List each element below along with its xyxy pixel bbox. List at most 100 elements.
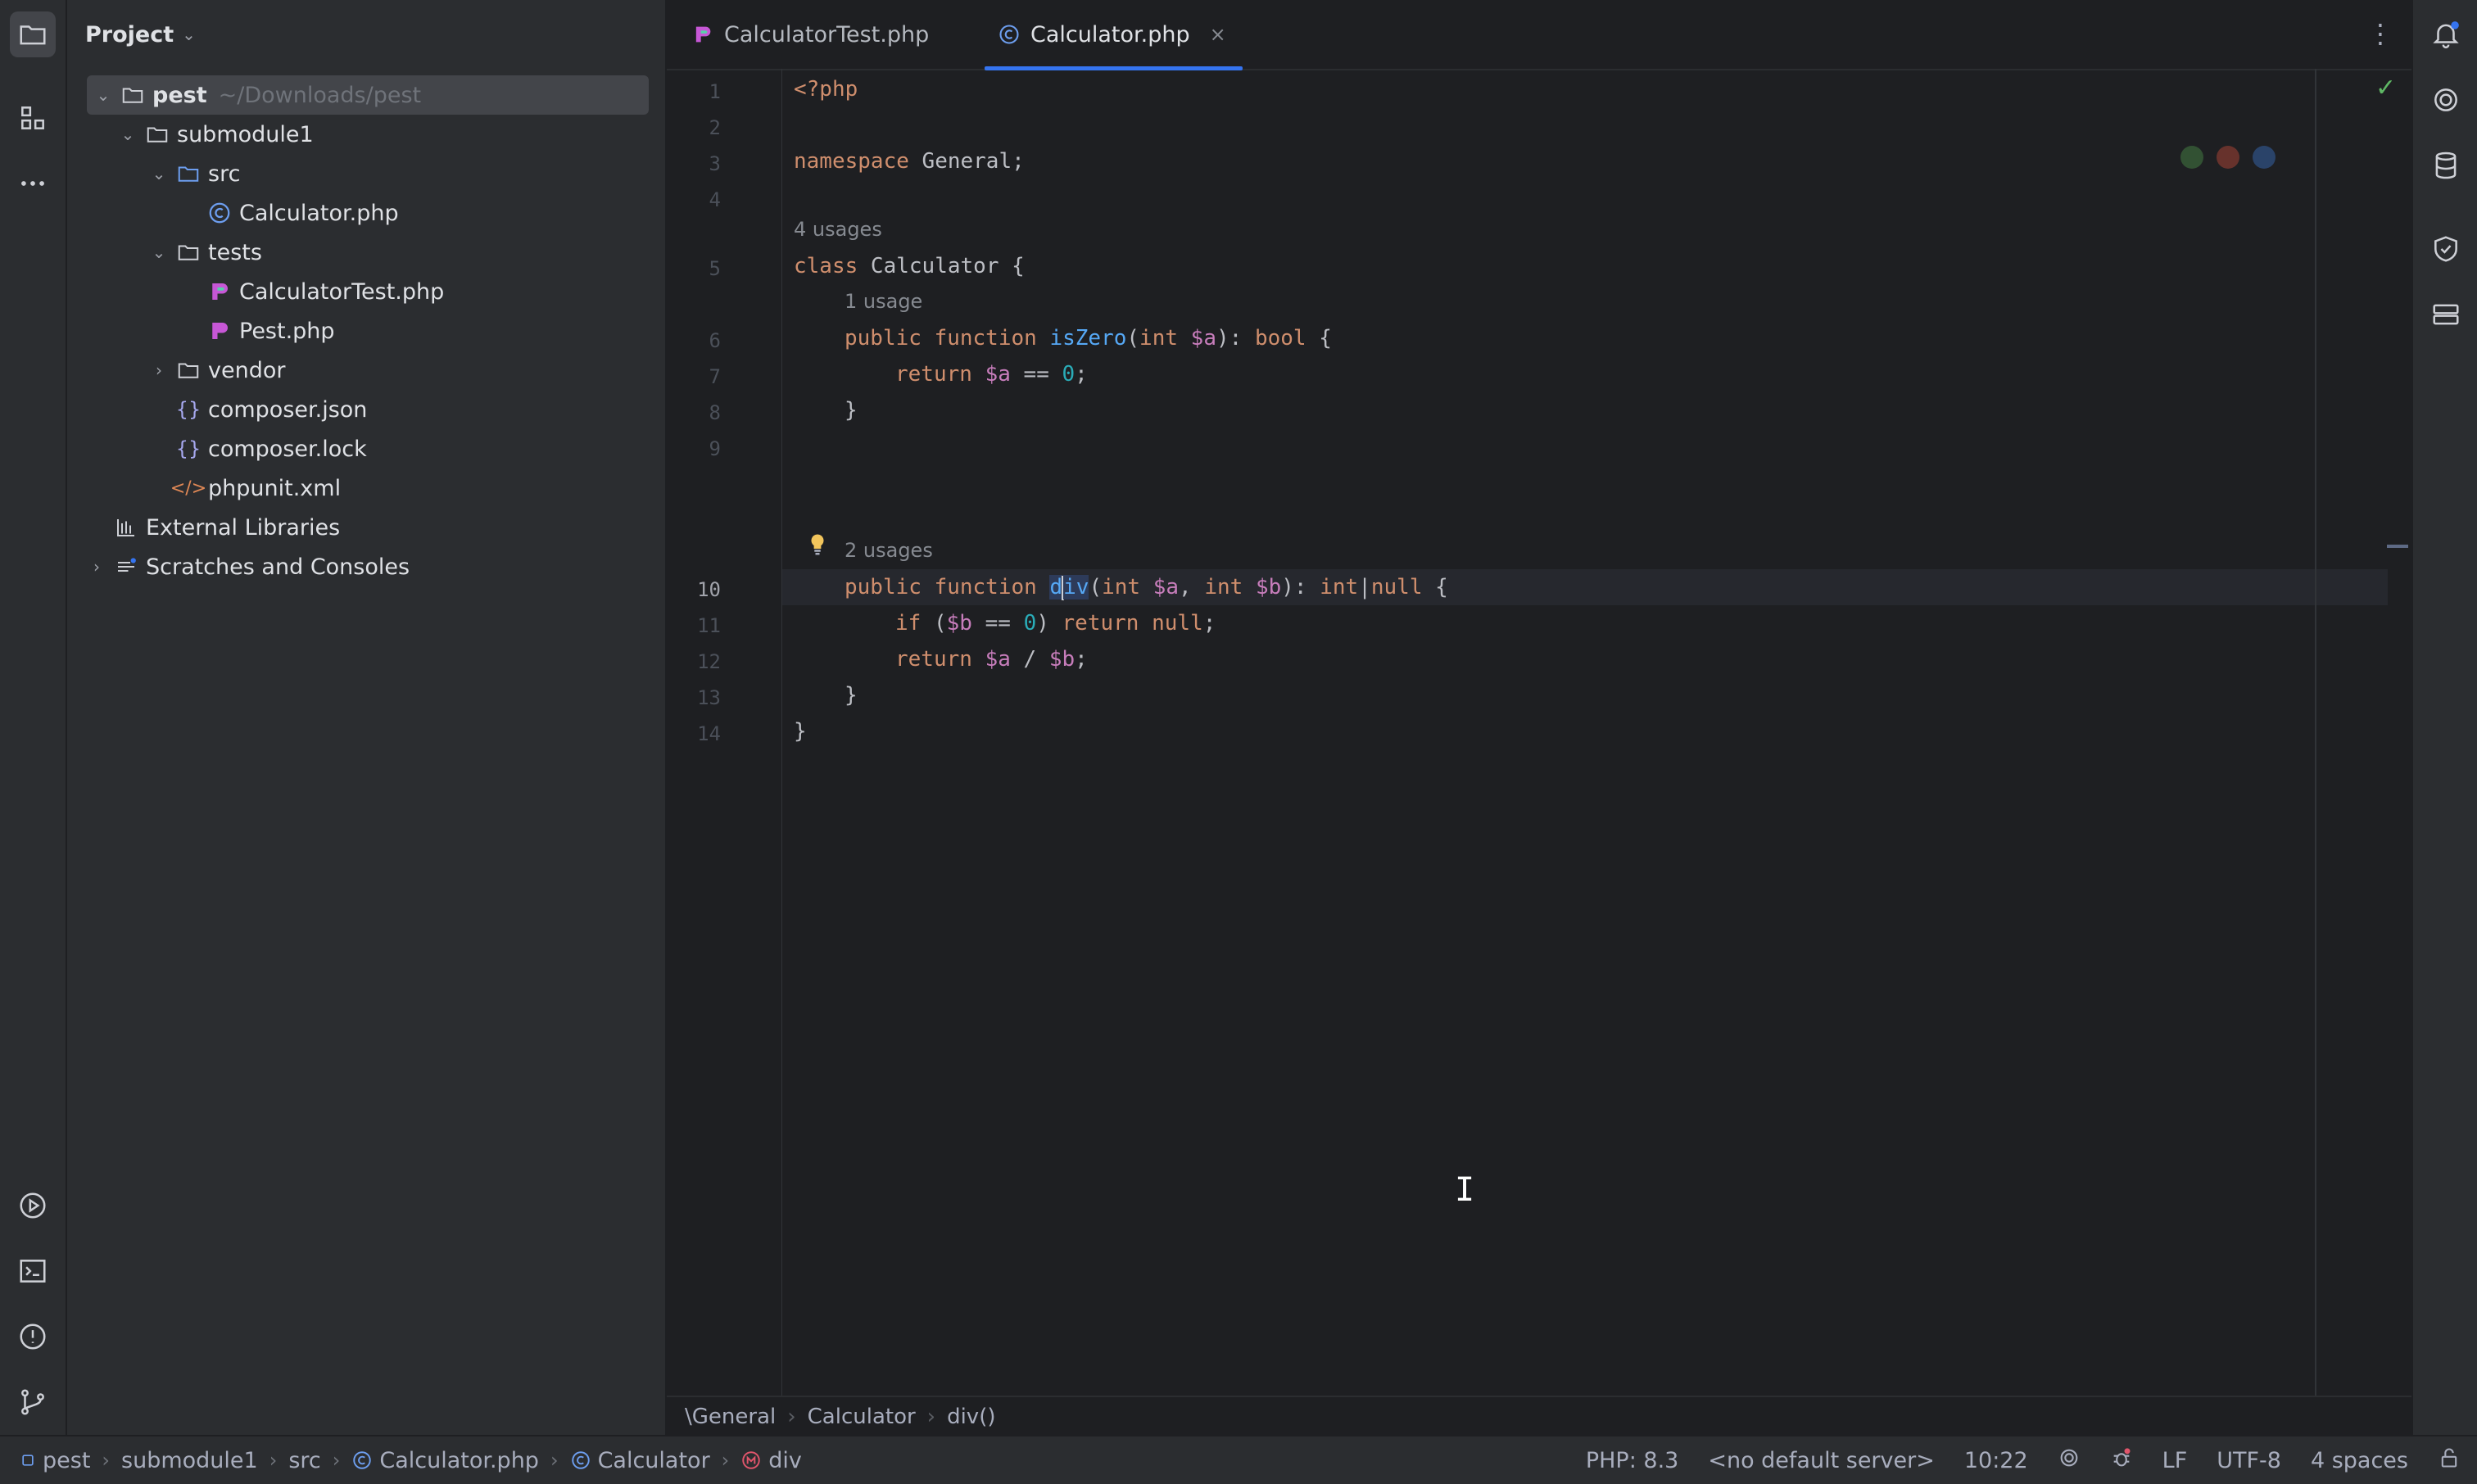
project-panel-header[interactable]: Project ⌄: [85, 15, 196, 54]
ai-assistant-icon[interactable]: [2058, 1446, 2081, 1475]
lock-icon[interactable]: [2438, 1446, 2461, 1475]
php-version-widget[interactable]: PHP: 8.3: [1586, 1448, 1678, 1473]
terminal-icon: [20, 1260, 46, 1283]
encoding-widget[interactable]: UTF-8: [2217, 1448, 2281, 1473]
line-number: 5: [709, 257, 721, 280]
tree-item-pest[interactable]: ⌄ pest ~/Downloads/pest: [87, 75, 649, 115]
server-widget[interactable]: <no default server>: [1708, 1448, 1935, 1473]
tree-item-label: tests: [208, 239, 262, 265]
nav-item-pest[interactable]: pest: [43, 1448, 90, 1473]
line-number: 13: [697, 686, 721, 709]
pest-file-icon: [206, 318, 233, 344]
chevron-right-icon[interactable]: ›: [149, 360, 169, 380]
nav-item-calculator-class[interactable]: Calculator: [598, 1448, 710, 1473]
line-number: 4: [709, 188, 721, 211]
tree-item-label: src: [208, 161, 241, 187]
safari-icon[interactable]: [2253, 146, 2275, 169]
chevron-right-icon: ›: [926, 1405, 936, 1429]
lightbulb-icon[interactable]: [805, 532, 830, 560]
caret-position-widget[interactable]: 10:22: [1964, 1448, 2028, 1473]
chevron-right-icon[interactable]: ›: [87, 557, 106, 577]
tree-item-tests[interactable]: ⌄ tests: [87, 233, 711, 272]
usages-inlay-iszero[interactable]: 1 usage: [845, 290, 922, 313]
git-tool-button[interactable]: [10, 1379, 56, 1425]
checkmark-icon[interactable]: ✓: [2375, 74, 2396, 102]
breadcrumb-method[interactable]: div(): [947, 1405, 995, 1429]
scrollbar-marker[interactable]: [2387, 545, 2408, 548]
code-line-3: namespace General;: [794, 149, 1025, 174]
line-ending-widget[interactable]: LF: [2162, 1448, 2188, 1473]
problems-tool-button[interactable]: [10, 1314, 56, 1360]
tree-item-phpunit-xml[interactable]: </> phpunit.xml: [87, 468, 731, 508]
nav-item-div[interactable]: div: [768, 1448, 802, 1473]
database-button[interactable]: [2425, 144, 2467, 187]
security-button[interactable]: [2425, 228, 2467, 270]
structure-tool-button[interactable]: [10, 95, 56, 141]
bug-icon[interactable]: [2110, 1446, 2133, 1475]
tree-item-src[interactable]: ⌄ src: [87, 154, 711, 193]
code-line-13: }: [845, 683, 858, 708]
run-tool-button[interactable]: [10, 1183, 56, 1228]
shield-icon: [2434, 236, 2457, 262]
code-line-8: }: [845, 398, 858, 423]
right-margin-guide: [2315, 69, 2316, 1396]
line-number: 3: [709, 152, 721, 175]
php-class-icon: [351, 1450, 373, 1471]
nav-item-submodule1[interactable]: submodule1: [121, 1448, 258, 1473]
project-panel-title: Project: [85, 21, 174, 48]
line-number: 6: [709, 329, 721, 352]
chevron-right-icon: ›: [550, 1449, 559, 1472]
folder-icon: [120, 82, 146, 108]
tab-calculatortest-php[interactable]: CalculatorTest.php: [691, 0, 929, 69]
pest-file-icon: [691, 23, 714, 46]
method-icon: [740, 1450, 762, 1471]
usages-inlay-div[interactable]: 2 usages: [845, 539, 933, 562]
text-cursor-icon: I: [1455, 1171, 1475, 1209]
breadcrumb-namespace[interactable]: \General: [685, 1405, 776, 1429]
chrome-icon[interactable]: [2180, 146, 2203, 169]
tree-item-composer-json[interactable]: {} composer.json: [87, 390, 731, 429]
chevron-down-icon[interactable]: ⌄: [93, 85, 113, 105]
nav-item-src[interactable]: src: [288, 1448, 320, 1473]
scratches-icon: [113, 554, 139, 580]
chevron-down-icon[interactable]: ⌄: [118, 124, 138, 144]
tree-item-label: composer.json: [208, 396, 368, 423]
tree-item-pest-php[interactable]: Pest.php: [87, 311, 762, 351]
services-button[interactable]: [2425, 293, 2467, 336]
editor-area: CalculatorTest.php Calculator.php × ⋮ 12…: [667, 0, 2411, 1436]
code-line-10: public function div(int $a, int $b): int…: [845, 575, 1448, 600]
tree-item-composer-lock[interactable]: {} composer.lock: [87, 429, 731, 468]
tree-item-calculatortest-php[interactable]: CalculatorTest.php: [87, 272, 762, 311]
tree-item-vendor[interactable]: › vendor: [87, 351, 711, 390]
code-line-12: return $a / $b;: [895, 647, 1088, 672]
tree-item-submodule1[interactable]: ⌄ submodule1: [87, 115, 680, 154]
line-number-gutter: 1 2 3 4 5 6 7 8 9 10 11 12 13 14: [667, 69, 773, 1396]
tree-item-label: composer.lock: [208, 436, 367, 462]
firefox-icon[interactable]: [2217, 146, 2239, 169]
tree-item-calculator-php[interactable]: Calculator.php: [87, 193, 762, 233]
chevron-down-icon[interactable]: ⌄: [149, 242, 169, 262]
close-icon[interactable]: ×: [1210, 23, 1226, 46]
project-tool-button[interactable]: [10, 11, 56, 57]
git-branch-icon: [21, 1389, 44, 1415]
folder-icon: [20, 25, 46, 45]
chevron-right-icon: ›: [269, 1449, 278, 1472]
more-vertical-icon[interactable]: ⋮: [2367, 18, 2393, 49]
usages-inlay-class[interactable]: 4 usages: [794, 218, 882, 241]
tree-item-scratches[interactable]: › Scratches and Consoles: [87, 547, 649, 586]
ai-assistant-button[interactable]: [2425, 79, 2467, 121]
chevron-down-icon[interactable]: ⌄: [149, 164, 169, 183]
indent-widget[interactable]: 4 spaces: [2311, 1448, 2408, 1473]
browser-preview-icons: [2180, 146, 2275, 169]
breadcrumb-class[interactable]: Calculator: [808, 1405, 916, 1429]
tree-item-label: Calculator.php: [239, 200, 399, 226]
ai-assistant-icon: [2434, 88, 2457, 111]
code-area[interactable]: <?php namespace General; 4 usages class …: [781, 69, 2388, 1396]
notifications-button[interactable]: [2425, 13, 2467, 56]
terminal-tool-button[interactable]: [10, 1248, 56, 1294]
code-line-5: class Calculator {: [794, 254, 1025, 278]
nav-item-calculator-php[interactable]: Calculator.php: [379, 1448, 539, 1473]
tree-item-external-libraries[interactable]: External Libraries: [87, 508, 668, 547]
more-tools-button[interactable]: [10, 161, 56, 206]
tab-calculator-php[interactable]: Calculator.php ×: [985, 0, 1243, 70]
